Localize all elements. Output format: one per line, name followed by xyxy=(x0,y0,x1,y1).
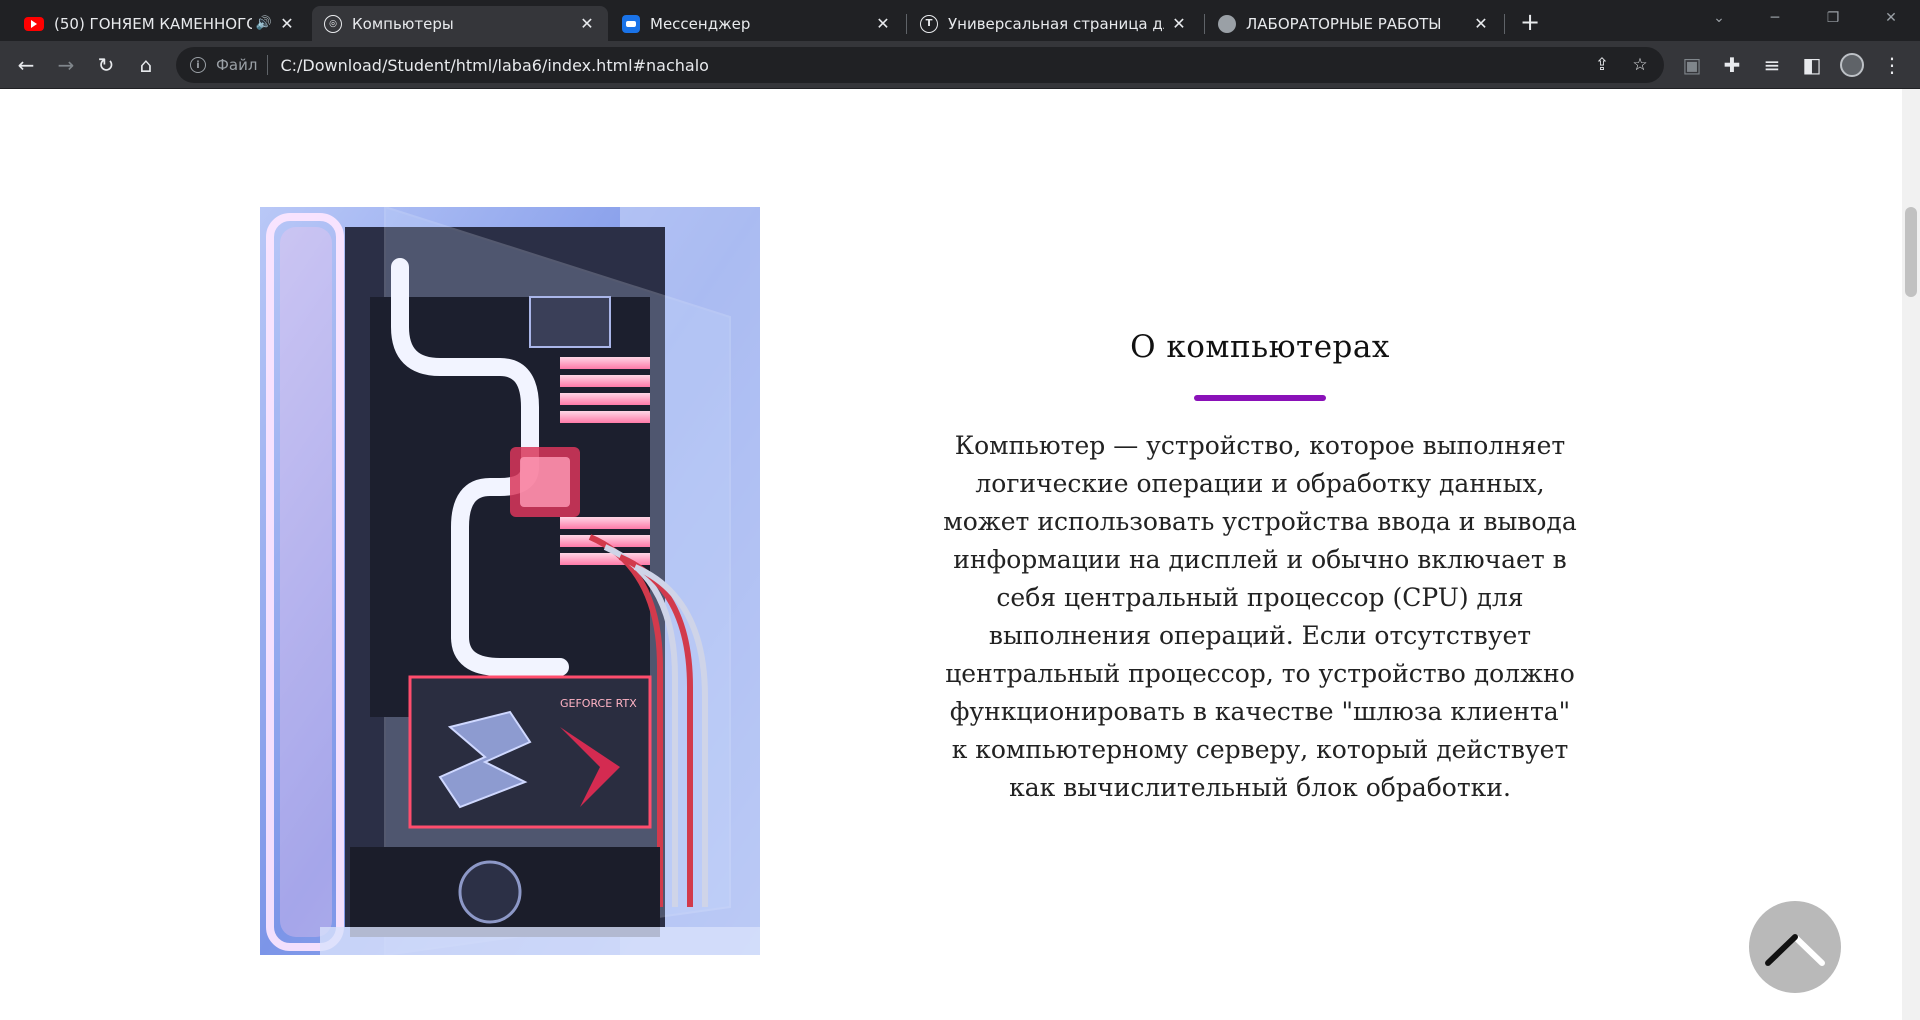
scroll-to-top-button[interactable] xyxy=(1749,901,1841,993)
scrollbar-thumb[interactable] xyxy=(1905,207,1917,297)
about-section: О компьютерах Компьютер — устройство, ко… xyxy=(940,329,1580,807)
menu-kebab-icon[interactable]: ⋮ xyxy=(1878,51,1906,79)
tab-separator xyxy=(1504,14,1505,34)
page-viewport: GEFORCE RTX О компьютерах Компьютер — ус… xyxy=(0,89,1902,1020)
close-tab-icon[interactable]: ✕ xyxy=(278,14,296,33)
extensions-puzzle-icon[interactable]: ✚ xyxy=(1718,51,1746,79)
tab-strip: (50) ГОНЯЕМ КАМЕННОГО ДРАКОНА 🔊 ✕ ◎ Комп… xyxy=(0,0,1920,41)
close-tab-icon[interactable]: ✕ xyxy=(1170,14,1188,33)
t-icon: T xyxy=(920,14,938,33)
tab-messenger[interactable]: Мессенджер ✕ xyxy=(610,6,904,41)
site-label: Файл xyxy=(216,56,258,74)
tab-computers[interactable]: ◎ Компьютеры ✕ xyxy=(312,6,608,41)
about-text: Компьютер — устройство, которое выполняе… xyxy=(943,431,1577,802)
tab-separator xyxy=(1204,14,1205,34)
about-title: О компьютерах xyxy=(1130,329,1390,365)
messenger-icon xyxy=(622,14,640,33)
info-icon[interactable]: i xyxy=(190,57,206,73)
tab-separator xyxy=(906,14,907,34)
close-tab-icon[interactable]: ✕ xyxy=(578,14,596,33)
omnibox-separator xyxy=(267,55,269,75)
close-tab-icon[interactable]: ✕ xyxy=(1472,14,1490,33)
tab-title: ЛАБОРАТОРНЫЕ РАБОТЫ xyxy=(1246,14,1442,33)
bookmark-star-icon[interactable]: ☆ xyxy=(1626,51,1654,79)
share-icon[interactable]: ⇪ xyxy=(1588,51,1616,79)
gpu-label: GEFORCE RTX xyxy=(560,697,637,710)
speaker-icon[interactable]: 🔊 xyxy=(256,16,272,31)
tab-title: Компьютеры xyxy=(352,14,454,33)
code-icon: ◎ xyxy=(324,14,342,33)
restore-button[interactable]: ❐ xyxy=(1810,0,1856,36)
tab-title: Мессенджер xyxy=(650,14,751,33)
tab-title: (50) ГОНЯЕМ КАМЕННОГО ДРАКОНА xyxy=(54,14,252,33)
arrow-up-icon xyxy=(1765,934,1825,966)
reload-button[interactable]: ↻ xyxy=(92,51,120,79)
tab-lab-works[interactable]: ЛАБОРАТОРНЫЕ РАБОТЫ ✕ xyxy=(1206,6,1502,41)
browser-toolbar: ← → ↻ ⌂ i Файл C:/Download/Student/html/… xyxy=(0,41,1920,89)
page-scrollbar[interactable] xyxy=(1902,89,1920,1020)
media-control-icon[interactable]: ≡ xyxy=(1758,51,1786,79)
close-window-button[interactable]: ✕ xyxy=(1868,0,1914,36)
url-text[interactable]: C:/Download/Student/html/laba6/index.htm… xyxy=(280,56,1588,75)
youtube-icon xyxy=(24,16,44,31)
extension-robot-icon[interactable]: ▣ xyxy=(1678,51,1706,79)
new-tab-button[interactable]: + xyxy=(1516,8,1544,36)
pc-build-illustration: GEFORCE RTX xyxy=(260,207,760,955)
minimize-button[interactable]: ─ xyxy=(1752,0,1798,36)
address-bar[interactable]: i Файл C:/Download/Student/html/laba6/in… xyxy=(176,47,1664,83)
computer-image: GEFORCE RTX xyxy=(260,207,760,955)
tab-youtube[interactable]: (50) ГОНЯЕМ КАМЕННОГО ДРАКОНА 🔊 ✕ xyxy=(12,6,308,41)
forward-button[interactable]: → xyxy=(52,51,80,79)
close-tab-icon[interactable]: ✕ xyxy=(874,14,892,33)
tab-title: Универсальная страница для бл xyxy=(948,14,1164,33)
tab-search-icon[interactable]: ⌄ xyxy=(1696,0,1742,36)
globe-icon xyxy=(1218,14,1236,33)
side-panel-icon[interactable]: ◧ xyxy=(1798,51,1826,79)
profile-avatar[interactable] xyxy=(1840,53,1864,77)
back-button[interactable]: ← xyxy=(12,51,40,79)
home-button[interactable]: ⌂ xyxy=(132,51,160,79)
tab-universal-page[interactable]: T Универсальная страница для бл ✕ xyxy=(908,6,1200,41)
title-underline xyxy=(1194,395,1326,401)
